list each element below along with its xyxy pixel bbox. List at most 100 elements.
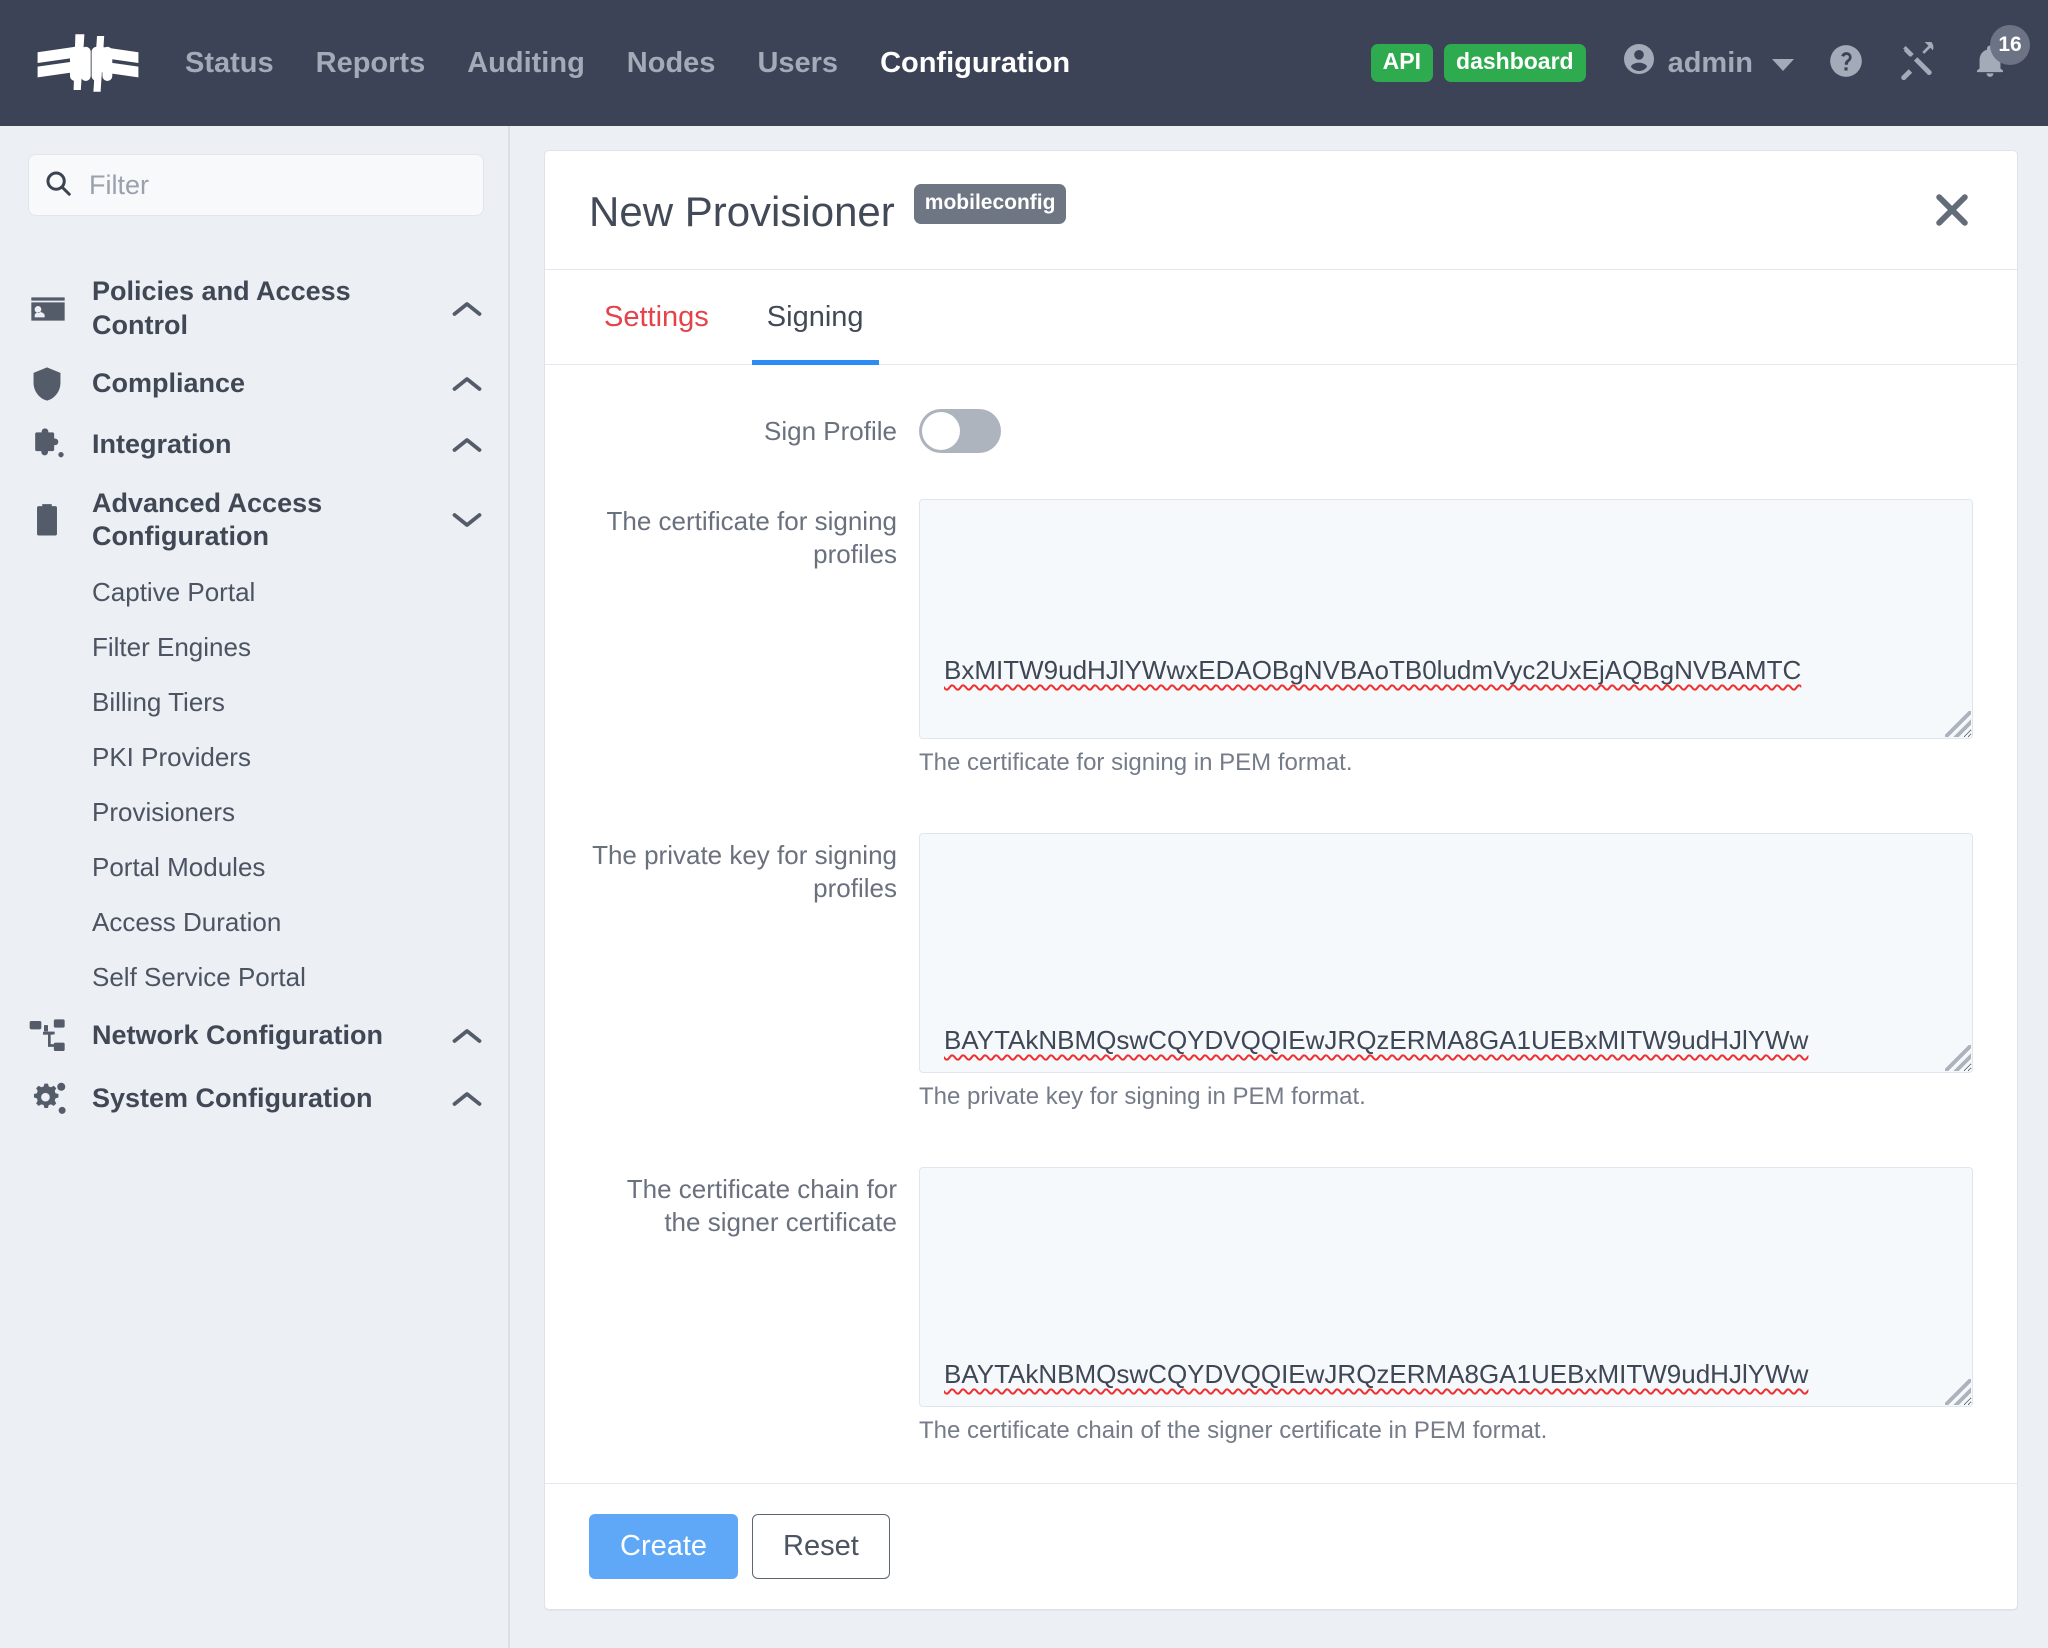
signing-certificate-textarea-wrap: BxMITW9udHJlYWwxEDAOBgNVBAoTB0ludmVyc2Ux… bbox=[919, 499, 1973, 739]
sign-profile-control bbox=[919, 409, 1973, 453]
create-button[interactable]: Create bbox=[589, 1514, 738, 1579]
dashboard-badge[interactable]: dashboard bbox=[1444, 44, 1586, 81]
nav-link-configuration[interactable]: Configuration bbox=[859, 47, 1091, 80]
sign-profile-row: Sign Profile bbox=[589, 409, 1973, 453]
sign-profile-label: Sign Profile bbox=[589, 415, 919, 448]
sidebar-item-policies-and-access-control[interactable]: Policies and Access Control bbox=[28, 264, 484, 354]
sidebar-item-label: Integration bbox=[80, 428, 450, 462]
sidebar-item-access-duration[interactable]: Access Duration bbox=[28, 895, 484, 950]
sidebar-item-network-configuration[interactable]: Network Configuration bbox=[28, 1005, 484, 1067]
sidebar-item-system-configuration[interactable]: System Configuration bbox=[28, 1067, 484, 1131]
sidebar-item-provisioners[interactable]: Provisioners bbox=[28, 785, 484, 840]
sidebar-item-billing-tiers[interactable]: Billing Tiers bbox=[28, 675, 484, 730]
certificate-chain-control: BAYTAkNBMQswCQYDVQQIEwJRQzERMA8GA1UEBxMI… bbox=[919, 1167, 1973, 1481]
sidebar-item-compliance[interactable]: Compliance bbox=[28, 354, 484, 414]
search-input[interactable] bbox=[87, 169, 469, 202]
nav-link-reports[interactable]: Reports bbox=[295, 47, 447, 80]
user-name-label: admin bbox=[1668, 47, 1753, 80]
navbar-right: API dashboard admin bbox=[1371, 33, 2020, 93]
nav-link-status[interactable]: Status bbox=[164, 47, 295, 80]
reset-button[interactable]: Reset bbox=[752, 1514, 890, 1579]
notification-count-badge: 16 bbox=[1990, 25, 2030, 65]
chevron-up-icon[interactable] bbox=[450, 1026, 484, 1046]
nav-link-nodes[interactable]: Nodes bbox=[606, 47, 737, 80]
main-content: New Provisioner mobileconfig Settings Si… bbox=[510, 126, 2048, 1648]
certificate-chain-row: The certificate chain for the signer cer… bbox=[589, 1167, 1973, 1481]
clipboard-list-icon bbox=[28, 501, 80, 539]
certificate-chain-textarea[interactable]: BAYTAkNBMQswCQYDVQQIEwJRQzERMA8GA1UEBxMI… bbox=[919, 1167, 1973, 1407]
sidebar-item-filter-engines[interactable]: Filter Engines bbox=[28, 620, 484, 675]
api-badge[interactable]: API bbox=[1371, 44, 1433, 81]
sidebar-filter[interactable] bbox=[28, 154, 484, 216]
id-card-icon bbox=[28, 289, 80, 329]
private-key-row: The private key for signing profiles BAY… bbox=[589, 833, 1973, 1147]
sidebar-item-captive-portal[interactable]: Captive Portal bbox=[28, 565, 484, 620]
private-key-textarea[interactable]: BAYTAkNBMQswCQYDVQQIEwJRQzERMA8GA1UEBxMI… bbox=[919, 833, 1973, 1073]
packetfence-logo[interactable] bbox=[34, 27, 142, 99]
cert-line-0: BxMITW9udHJlYWwxEDAOBgNVBAoTB0ludmVyc2Ux… bbox=[944, 648, 1950, 692]
tools-icon bbox=[1899, 42, 1937, 85]
textarea-content: BAYTAkNBMQswCQYDVQQIEwJRQzERMA8GA1UEBxMI… bbox=[944, 1264, 1950, 1407]
chevron-down-icon bbox=[1772, 59, 1794, 71]
close-button[interactable] bbox=[1925, 185, 1979, 239]
puzzle-icon bbox=[28, 425, 80, 465]
provisioner-type-badge: mobileconfig bbox=[914, 184, 1067, 224]
textarea-scrolled-content: BxMITW9udHJlYWwxEDAOBgNVBAoTB0ludmVyc2Ux… bbox=[944, 560, 1950, 739]
modal-tabs: Settings Signing bbox=[545, 270, 2017, 365]
tab-signing[interactable]: Signing bbox=[752, 271, 879, 365]
gears-icon bbox=[28, 1078, 80, 1120]
chevron-up-icon[interactable] bbox=[450, 1089, 484, 1109]
key-line-0: BAYTAkNBMQswCQYDVQQIEwJRQzERMA8GA1UEBxMI… bbox=[944, 1018, 1950, 1062]
top-navbar: Status Reports Auditing Nodes Users Conf… bbox=[0, 0, 2048, 126]
tools-button[interactable] bbox=[1888, 33, 1948, 93]
sidebar-item-pki-providers[interactable]: PKI Providers bbox=[28, 730, 484, 785]
private-key-label: The private key for signing profiles bbox=[589, 833, 919, 1147]
signing-certificate-row: The certificate for signing profiles BxM… bbox=[589, 499, 1973, 813]
private-key-control: BAYTAkNBMQswCQYDVQQIEwJRQzERMA8GA1UEBxMI… bbox=[919, 833, 1973, 1147]
sidebar-item-label: Compliance bbox=[80, 367, 450, 401]
sidebar-item-label: Network Configuration bbox=[80, 1019, 450, 1053]
notifications-button[interactable]: 16 bbox=[1960, 33, 2020, 93]
avatar-icon bbox=[1621, 41, 1657, 85]
help-button[interactable] bbox=[1816, 33, 1876, 93]
sidebar-item-label: System Configuration bbox=[80, 1082, 450, 1116]
toggle-knob bbox=[922, 412, 960, 450]
textarea-content: BAYTAkNBMQswCQYDVQQIEwJRQzERMA8GA1UEBxMI… bbox=[944, 930, 1950, 1073]
sidebar-item-integration[interactable]: Integration bbox=[28, 414, 484, 476]
chevron-up-icon[interactable] bbox=[450, 374, 484, 394]
sidebar-item-label: Advanced Access Configuration bbox=[80, 487, 450, 555]
signing-certificate-textarea[interactable]: BxMITW9udHJlYWwxEDAOBgNVBAoTB0ludmVyc2Ux… bbox=[919, 499, 1973, 739]
new-provisioner-modal: New Provisioner mobileconfig Settings Si… bbox=[544, 150, 2018, 1610]
sign-profile-toggle[interactable] bbox=[919, 409, 1001, 453]
sidebar: Policies and Access Control Compliance I… bbox=[0, 126, 510, 1648]
user-menu[interactable]: admin bbox=[1621, 41, 1794, 85]
chevron-down-icon[interactable] bbox=[450, 510, 484, 530]
nav-link-users[interactable]: Users bbox=[736, 47, 859, 80]
modal-footer: Create Reset bbox=[545, 1483, 2017, 1609]
primary-nav: Status Reports Auditing Nodes Users Conf… bbox=[164, 47, 1091, 80]
signing-certificate-help: The certificate for signing in PEM forma… bbox=[919, 749, 1973, 777]
network-icon bbox=[28, 1016, 80, 1056]
nav-link-auditing[interactable]: Auditing bbox=[446, 47, 606, 80]
certificate-chain-help: The certificate chain of the signer cert… bbox=[919, 1417, 1973, 1445]
shield-icon bbox=[28, 365, 80, 403]
sidebar-item-label: Policies and Access Control bbox=[80, 275, 450, 343]
question-circle-icon bbox=[1827, 42, 1865, 85]
close-icon bbox=[1930, 188, 1974, 237]
certificate-chain-textarea-wrap: BAYTAkNBMQswCQYDVQQIEwJRQzERMA8GA1UEBxMI… bbox=[919, 1167, 1973, 1407]
modal-body: Sign Profile The certificate for signing… bbox=[545, 365, 2017, 1483]
private-key-help: The private key for signing in PEM forma… bbox=[919, 1083, 1973, 1111]
search-icon bbox=[43, 168, 73, 203]
sidebar-item-portal-modules[interactable]: Portal Modules bbox=[28, 840, 484, 895]
sidebar-item-self-service-portal[interactable]: Self Service Portal bbox=[28, 950, 484, 1005]
modal-header: New Provisioner mobileconfig bbox=[545, 151, 2017, 270]
tab-settings[interactable]: Settings bbox=[589, 271, 724, 365]
certificate-chain-label: The certificate chain for the signer cer… bbox=[589, 1167, 919, 1481]
chain-line-0: BAYTAkNBMQswCQYDVQQIEwJRQzERMA8GA1UEBxMI… bbox=[944, 1352, 1950, 1396]
app-shell: Policies and Access Control Compliance I… bbox=[0, 126, 2048, 1648]
chevron-up-icon[interactable] bbox=[450, 299, 484, 319]
sidebar-item-advanced-access-configuration[interactable]: Advanced Access Configuration bbox=[28, 476, 484, 566]
signing-certificate-label: The certificate for signing profiles bbox=[589, 499, 919, 813]
chevron-up-icon[interactable] bbox=[450, 435, 484, 455]
private-key-textarea-wrap: BAYTAkNBMQswCQYDVQQIEwJRQzERMA8GA1UEBxMI… bbox=[919, 833, 1973, 1073]
